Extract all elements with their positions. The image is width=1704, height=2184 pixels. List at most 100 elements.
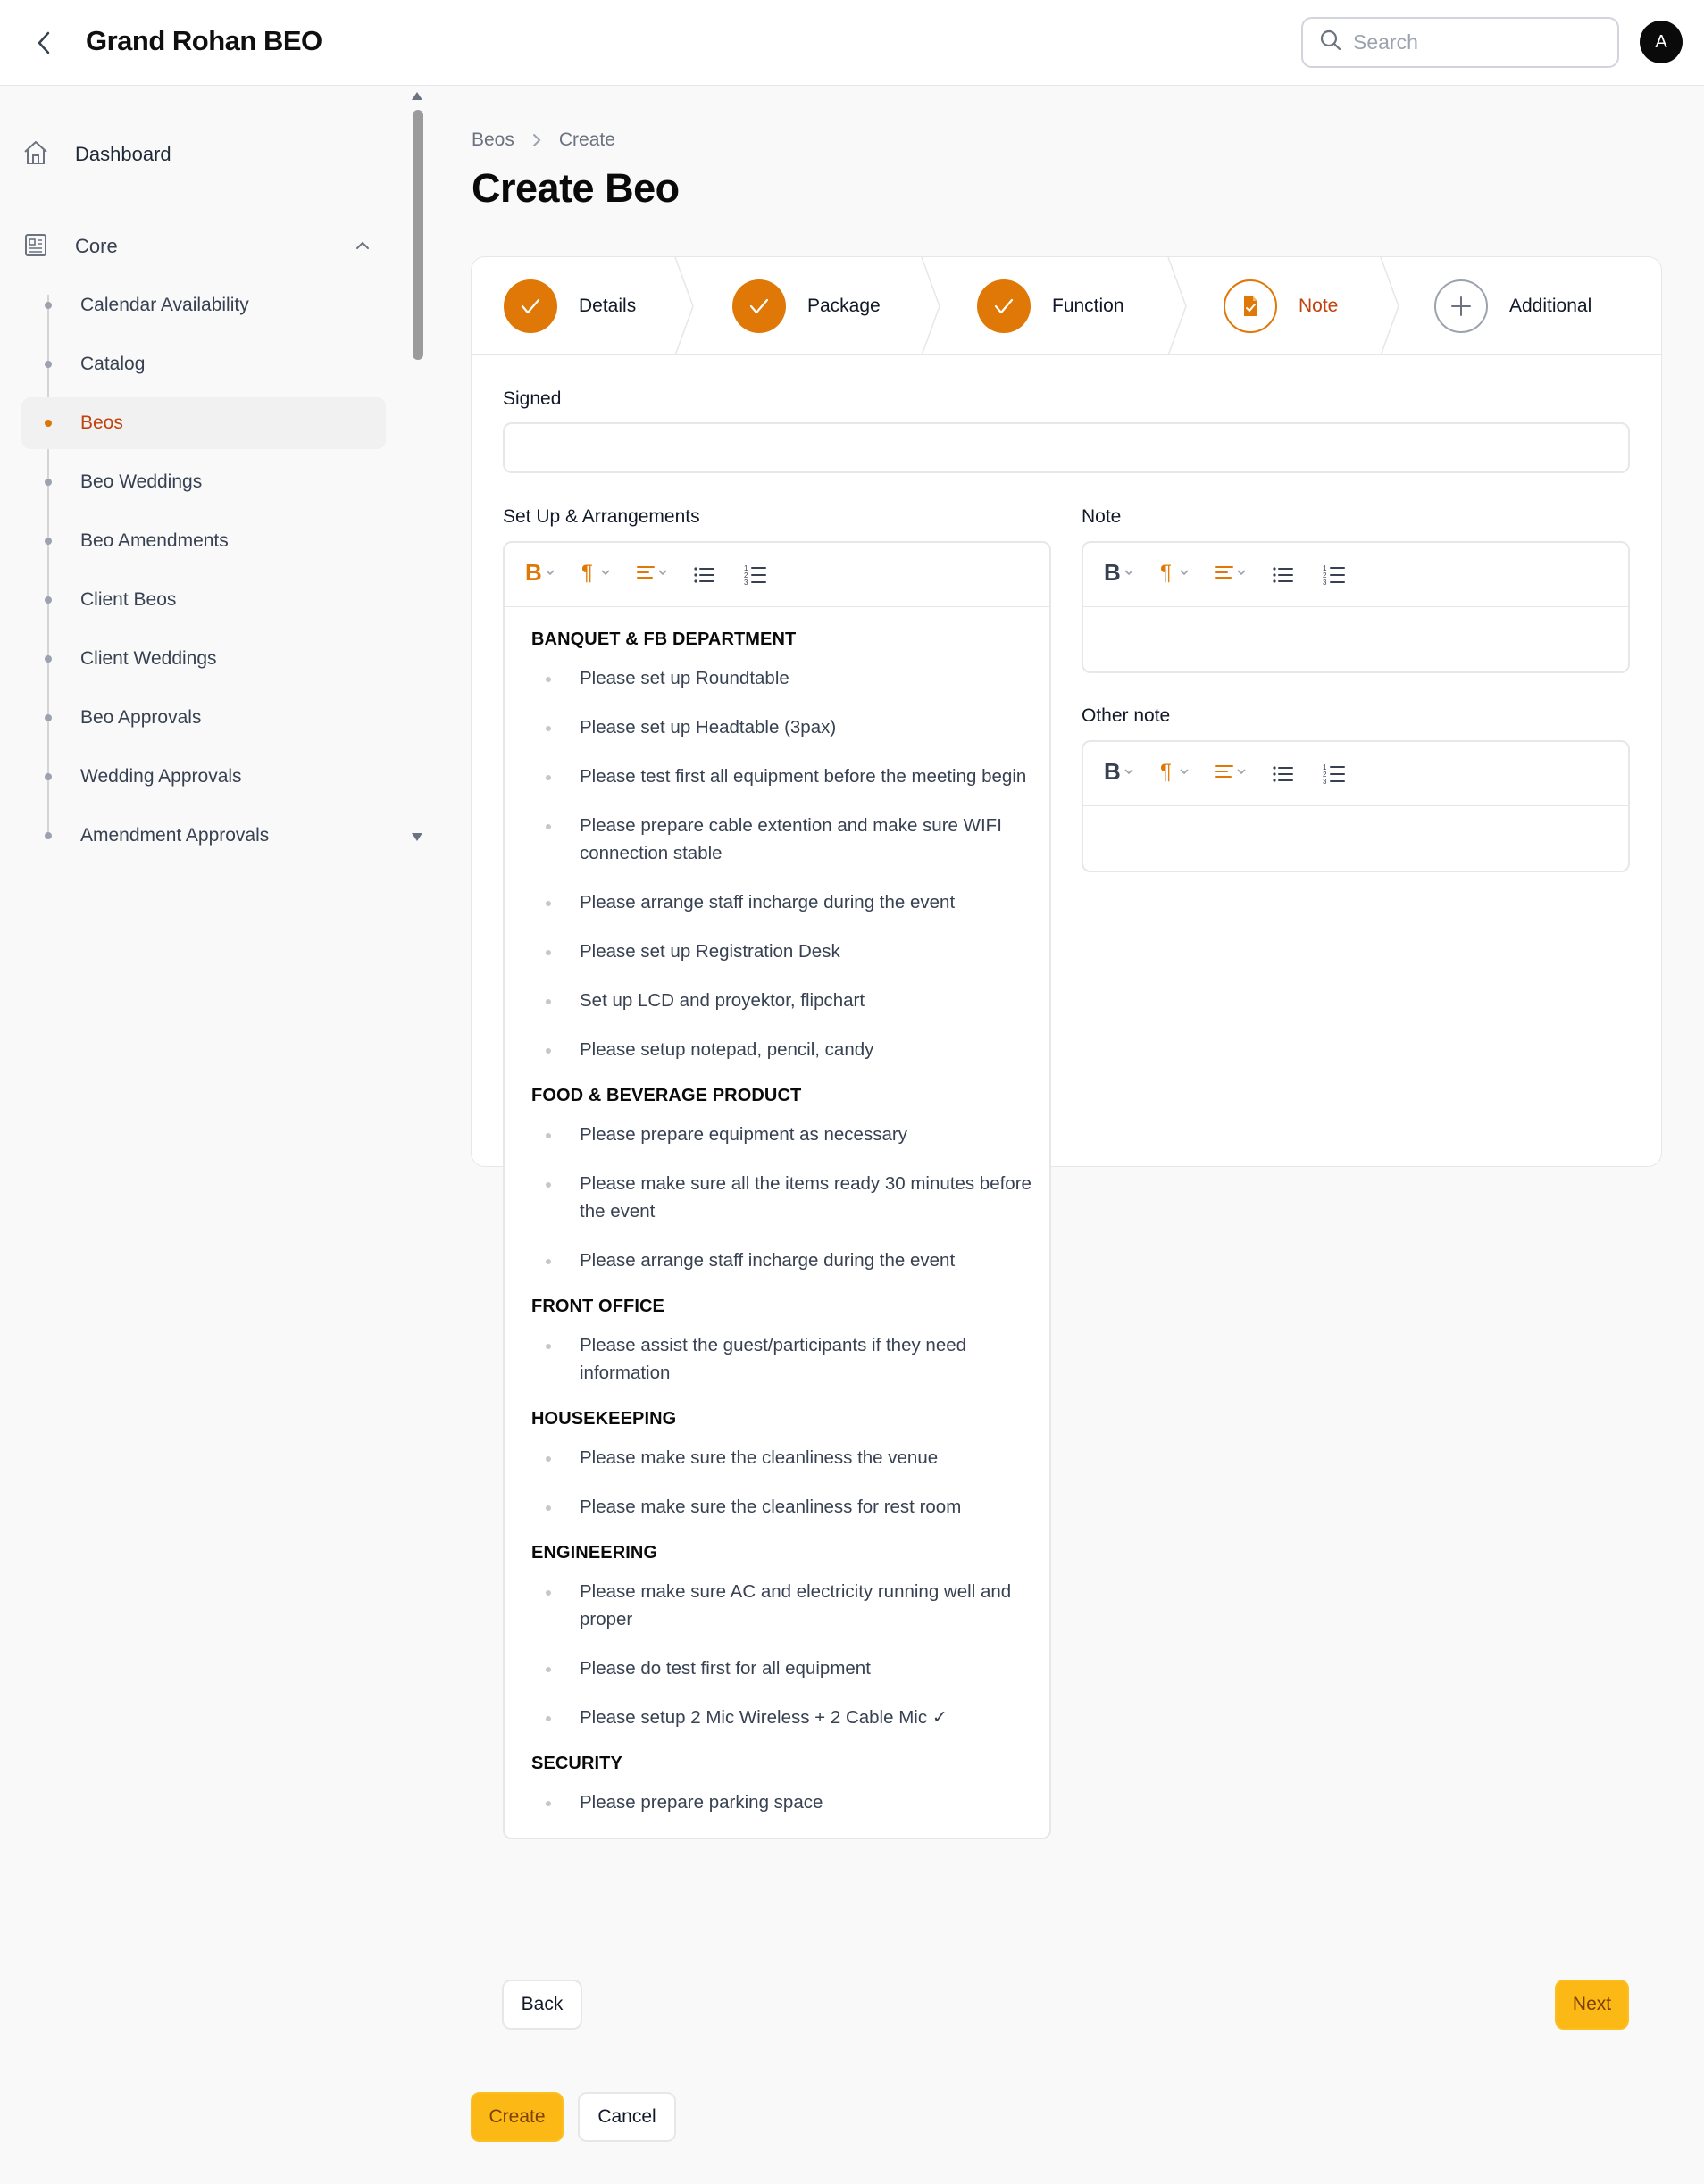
back-button[interactable]: Back [502,1980,582,2030]
section-heading: ENGINEERING [531,1543,658,1563]
align-dropdown[interactable] [1208,754,1253,795]
note-label: Note [1082,506,1122,527]
setup-editor-content[interactable]: BANQUET & FB DEPARTMENT Please set up Rou… [505,607,1049,1816]
sidebar-item-beo-amendments[interactable]: Beo Amendments [21,515,386,567]
svg-text:3: 3 [1323,778,1327,786]
create-button[interactable]: Create [471,2092,564,2142]
breadcrumb-beos[interactable]: Beos [472,129,514,151]
app-title: Grand Rohan BEO [86,25,322,56]
note-editor[interactable]: B ¶ 123 [1082,541,1630,673]
back-arrow-icon[interactable] [27,25,63,61]
numbered-list-icon[interactable]: 123 [1317,754,1351,795]
step-details[interactable]: Details [504,257,636,355]
section-heading: FRONT OFFICE [531,1296,664,1316]
list-item: Please arrange staff incharge during the… [531,888,1049,916]
scrollbar-down-arrow[interactable] [412,833,422,841]
tree-dot [45,773,52,780]
sidebar-item-label: Dashboard [75,143,171,165]
chevron-up-icon[interactable] [354,237,372,259]
sidebar-item-label: Beo Amendments [80,530,229,551]
editor-toolbar: B ¶ 123 [1083,543,1628,607]
pilcrow-icon: ¶ [1158,561,1178,588]
search-input[interactable] [1353,30,1603,54]
bold-dropdown[interactable]: B [1098,554,1140,596]
sidebar-item-label: Client Weddings [80,648,217,669]
sidebar-item-label: Amendment Approvals [80,825,270,846]
align-left-icon [1214,562,1235,588]
step-label: Details [579,296,637,316]
editor-toolbar: B ¶ 123 [505,543,1049,607]
breadcrumb: Beos Create [472,129,615,151]
numbered-list-icon[interactable]: 123 [739,554,773,596]
setup-editor[interactable]: B ¶ 123 BANQUET & FB DEPARTMENT Please se… [503,541,1051,1839]
list-item: Please assist the guest/participants if … [531,1331,1049,1387]
signed-input[interactable] [503,422,1630,473]
svg-text:B: B [1104,561,1121,584]
bullet-list-icon[interactable] [1265,554,1299,596]
chevron-down-icon [1235,566,1248,583]
chevron-right-icon [530,132,543,148]
chevron-down-icon [1178,566,1190,583]
sidebar-item-label: Calendar Availability [80,295,249,315]
sidebar-item-client-beos[interactable]: Client Beos [21,574,386,626]
bold-icon: B [1103,758,1123,788]
chevron-down-icon [599,566,612,583]
other-note-editor[interactable]: B ¶ 123 [1082,740,1630,872]
bullet-list-icon[interactable] [687,554,721,596]
search-icon [1319,29,1342,56]
check-icon [732,279,786,333]
svg-text:B: B [525,561,542,584]
svg-text:3: 3 [1323,579,1327,587]
chevron-down-icon [1235,765,1248,782]
svg-text:¶: ¶ [1160,760,1172,783]
bullet-list-icon[interactable] [1265,754,1299,795]
paragraph-dropdown[interactable]: ¶ [574,554,617,596]
list-item: Please setup notepad, pencil, candy [531,1036,1049,1063]
sidebar-item-calendar-availability[interactable]: Calendar Availability [21,279,386,331]
sidebar-item-wedding-approvals[interactable]: Wedding Approvals [21,751,386,803]
list-item: Set up LCD and proyektor, flipchart [531,987,1049,1014]
tree-dot [45,361,52,368]
setup-label: Set Up & Arrangements [503,506,700,527]
scrollbar-up-arrow[interactable] [412,92,422,100]
sidebar-item-client-weddings[interactable]: Client Weddings [21,633,386,685]
section-heading: FOOD & BEVERAGE PRODUCT [531,1086,802,1105]
step-note[interactable]: Note [1224,257,1338,355]
sidebar-item-beos[interactable]: Beos [21,397,386,449]
sidebar-group-core[interactable]: Core [21,224,379,269]
sidebar-item-label: Beo Approvals [80,707,202,728]
list-item: Please set up Headtable (3pax) [531,713,1049,741]
avatar[interactable]: A [1640,21,1683,63]
step-additional[interactable]: Additional [1434,257,1591,355]
numbered-list-icon[interactable]: 123 [1317,554,1351,596]
step-label: Additional [1509,296,1592,316]
step-package[interactable]: Package [732,257,881,355]
sidebar-item-dashboard[interactable]: Dashboard [21,132,379,177]
search-box[interactable] [1301,17,1619,68]
plus-icon [1434,279,1488,333]
sidebar-item-beo-weddings[interactable]: Beo Weddings [21,456,386,508]
list-item: Please make sure the cleanliness the ven… [531,1444,1049,1471]
bold-dropdown[interactable]: B [1098,754,1140,795]
sidebar-item-amendment-approvals[interactable]: Amendment Approvals [21,810,386,862]
next-button[interactable]: Next [1555,1980,1629,2030]
bold-dropdown[interactable]: B [519,554,562,596]
step-function[interactable]: Function [977,257,1124,355]
align-left-icon [1214,761,1235,787]
step-label: Function [1052,296,1124,316]
list-item: Please prepare parking space [531,1788,1049,1816]
cancel-button[interactable]: Cancel [578,2092,676,2142]
paragraph-dropdown[interactable]: ¶ [1153,754,1196,795]
list-item: Please prepare cable extention and make … [531,812,1049,867]
paragraph-dropdown[interactable]: ¶ [1153,554,1196,596]
sidebar-item-label: Client Beos [80,589,177,610]
sidebar-item-beo-approvals[interactable]: Beo Approvals [21,692,386,744]
editor-toolbar: B ¶ 123 [1083,742,1628,806]
align-dropdown[interactable] [630,554,674,596]
sidebar-scrollbar-thumb[interactable] [413,110,423,360]
tree-dot [45,302,52,309]
sidebar-group-label: Core [75,235,118,257]
sidebar-item-catalog[interactable]: Catalog [21,338,386,390]
align-dropdown[interactable] [1208,554,1253,596]
tree-dot [45,714,52,721]
